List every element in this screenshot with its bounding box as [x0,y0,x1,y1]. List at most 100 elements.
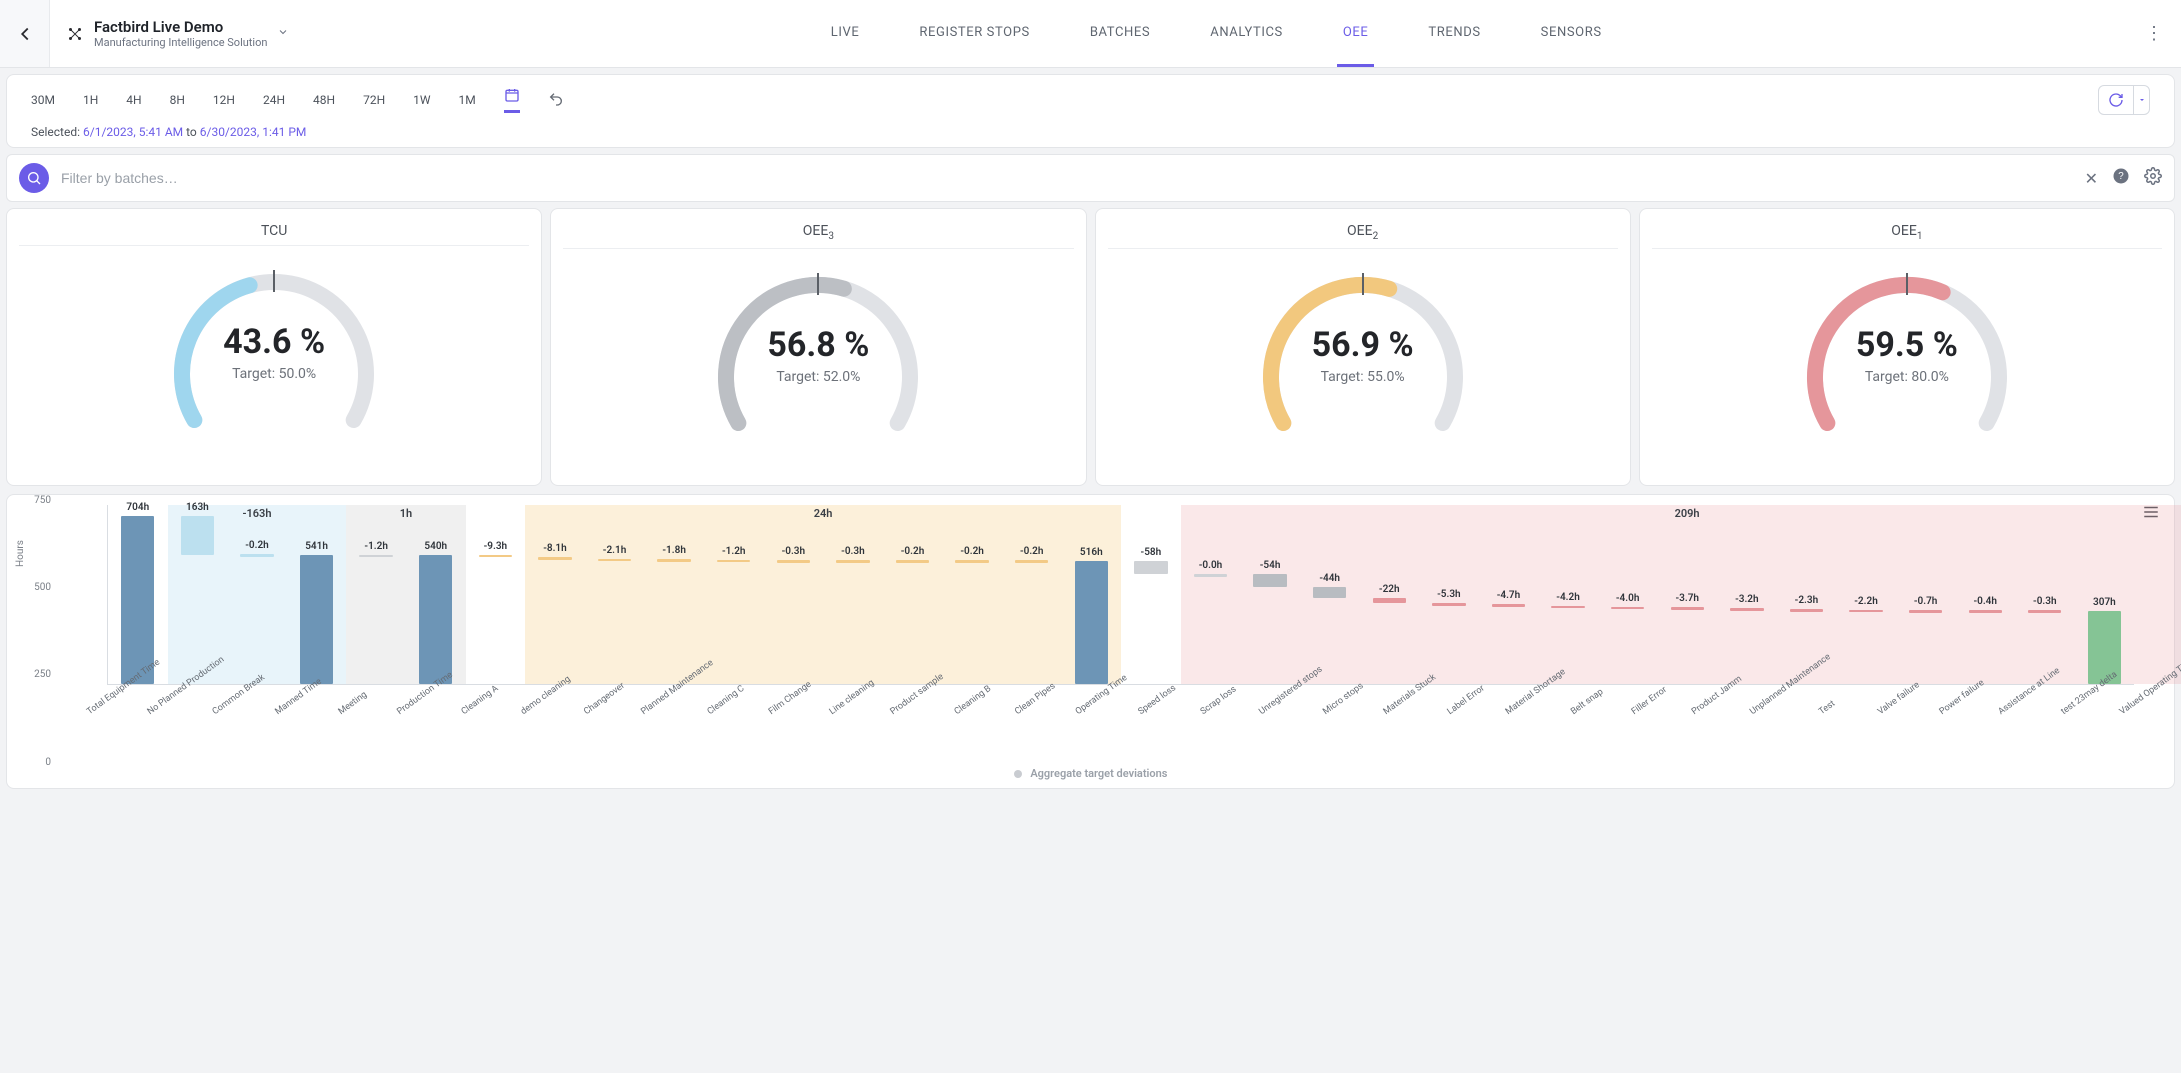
gauge-row: TCU43.6 %Target: 50.0%OEE356.8 %Target: … [6,208,2175,486]
range-preset-8h[interactable]: 8H [170,93,185,107]
tab-batches[interactable]: BATCHES [1084,0,1156,67]
bar[interactable] [1611,607,1644,610]
bar[interactable] [1671,607,1704,610]
bar[interactable] [836,560,869,563]
range-preset-4h[interactable]: 4H [126,93,141,107]
bar-col: -4.2h [1538,505,1598,684]
bar[interactable] [538,557,571,560]
tab-trends[interactable]: TRENDS [1422,0,1486,67]
bar-value-label: -4.7h [1497,590,1521,601]
bar-value-label: -0.3h [841,546,865,557]
bar[interactable] [419,555,452,684]
gauge-oee2[interactable]: OEE256.9 %Target: 55.0% [1095,208,1631,486]
range-preset-72h[interactable]: 72H [363,93,385,107]
bar-col: -1.8h [644,505,704,684]
main-nav-tabs: LIVE REGISTER STOPS BATCHES ANALYTICS OEE TRE… [305,0,2127,67]
svg-text:?: ? [2118,171,2124,182]
bar[interactable] [598,559,631,562]
bar-value-label: -0.4h [1973,596,1997,607]
bar-col: -0.2h [227,505,287,684]
tab-oee[interactable]: OEE [1337,0,1375,67]
bar-col: -22h [1359,505,1419,684]
bar[interactable] [1075,561,1108,684]
product-selector[interactable]: Factbird Live Demo Manufacturing Intelli… [50,0,305,67]
bar-value-label: -0.3h [2033,596,2057,607]
bar[interactable] [1849,610,1882,613]
bar[interactable] [300,555,333,684]
bar-col: -3.2h [1717,505,1777,684]
bar[interactable] [896,560,929,563]
bar[interactable] [1015,560,1048,563]
help-icon[interactable]: ? [2112,167,2130,189]
range-from[interactable]: 6/1/2023, 5:41 AM [83,125,183,139]
gauge-title: TCU [261,223,287,239]
range-preset-1h[interactable]: 1H [83,93,98,107]
tab-live[interactable]: LIVE [825,0,866,67]
y-tick: 750 [25,495,51,506]
bar-value-label: -0.2h [901,546,925,557]
range-preset-1m[interactable]: 1M [459,93,476,107]
gauge-target: Target: 50.0% [232,366,316,382]
bar[interactable] [1551,606,1584,609]
bar-col: -0.3h [764,505,824,684]
bar-col: -0.3h [823,505,883,684]
bar-value-label: 516h [1080,547,1103,558]
bar-value-label: -9.3h [484,541,508,552]
bar[interactable] [121,516,154,684]
bar[interactable] [2028,610,2061,613]
range-preset-1w[interactable]: 1W [413,93,430,107]
bar[interactable] [1909,610,1942,613]
time-range-bar: 30M1H4H8H12H24H48H72H1W1M Selected: 6/1/… [6,74,2175,148]
range-preset-30m[interactable]: 30M [31,93,55,107]
bar[interactable] [1134,561,1167,575]
range-preset-48h[interactable]: 48H [313,93,335,107]
bar-col: -58h [1121,505,1181,684]
bar[interactable] [1492,604,1525,607]
tab-sensors[interactable]: SENSORS [1535,0,1608,67]
bar[interactable] [1790,609,1823,612]
bar-value-label: -1.8h [662,545,686,556]
gauge-tcu[interactable]: TCU43.6 %Target: 50.0% [6,208,542,486]
refresh-icon[interactable] [2099,86,2133,114]
back-button[interactable] [0,0,50,67]
search-button[interactable] [19,163,49,193]
gauge-oee1[interactable]: OEE159.5 %Target: 80.0% [1639,208,2175,486]
bar[interactable] [955,560,988,563]
bar[interactable] [479,555,512,558]
range-to[interactable]: 6/30/2023, 1:41 PM [200,125,307,139]
bar[interactable] [777,560,810,563]
gauge-oee3[interactable]: OEE356.8 %Target: 52.0% [550,208,1086,486]
bar[interactable] [181,516,214,555]
calendar-icon[interactable] [504,87,520,113]
range-preset-12h[interactable]: 12H [213,93,235,107]
legend-text: Aggregate target deviations [1030,767,1167,780]
batch-filter-input[interactable] [61,170,2073,186]
tab-register-stops[interactable]: REGISTER STOPS [913,0,1035,67]
bar[interactable] [240,554,273,557]
bar-value-label: 307h [2093,597,2116,608]
refresh-menu-chevron[interactable] [2133,86,2149,114]
bar-col: -4.7h [1479,505,1539,684]
bar-value-label: -1.2h [364,541,388,552]
undo-icon[interactable] [548,91,564,110]
bar[interactable] [1194,574,1227,577]
bar[interactable] [1969,610,2002,613]
range-preset-24h[interactable]: 24H [263,93,285,107]
bar[interactable] [1373,598,1406,603]
clear-filter-icon[interactable]: ✕ [2085,169,2098,188]
bar[interactable] [359,555,392,558]
bar[interactable] [1313,587,1346,598]
bar[interactable] [717,560,750,563]
product-subtitle: Manufacturing Intelligence Solution [94,36,267,49]
bar[interactable] [1730,608,1763,611]
settings-icon[interactable] [2144,167,2162,189]
header-overflow-menu[interactable]: ⋮ [2145,23,2163,44]
batch-filter-bar: ✕ ? [6,154,2175,202]
bar[interactable] [1432,603,1465,606]
bar-value-label: -22h [1379,584,1400,595]
gauge-title: OEE1 [1891,223,1922,242]
tab-analytics[interactable]: ANALYTICS [1204,0,1289,67]
bar[interactable] [657,559,690,562]
bar[interactable] [1253,574,1286,587]
bar-value-label: -0.2h [960,546,984,557]
